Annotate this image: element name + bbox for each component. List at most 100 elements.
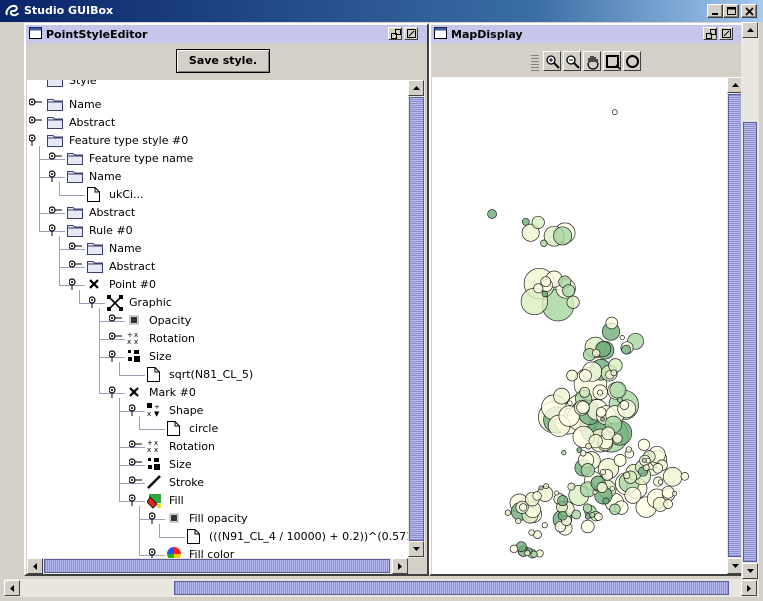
city-symbol[interactable] (540, 239, 548, 247)
node-expanded-handle-icon[interactable] (88, 296, 103, 308)
city-symbol[interactable] (661, 485, 675, 499)
city-symbol[interactable] (541, 522, 548, 529)
city-symbol[interactable] (609, 503, 621, 515)
city-symbol[interactable] (600, 469, 606, 476)
city-symbol[interactable] (487, 209, 497, 219)
node-collapsed-handle-icon[interactable] (48, 152, 63, 164)
city-symbol[interactable] (532, 491, 542, 501)
city-symbol[interactable] (566, 295, 580, 309)
city-symbol[interactable] (571, 509, 582, 520)
select-circle-button[interactable] (623, 51, 641, 71)
pan-button[interactable] (583, 51, 601, 71)
node-collapsed-handle-icon[interactable] (108, 332, 123, 344)
node-collapsed-handle-icon[interactable] (108, 314, 123, 326)
city-symbol[interactable] (541, 290, 549, 298)
city-symbol[interactable] (538, 485, 544, 491)
city-symbol[interactable] (642, 464, 650, 471)
city-symbol[interactable] (625, 446, 632, 453)
city-symbol[interactable] (554, 490, 560, 496)
maximize-frame-button[interactable] (719, 27, 733, 40)
city-symbol[interactable] (519, 503, 528, 512)
city-symbol[interactable] (528, 529, 535, 536)
scroll-thumb[interactable] (409, 97, 424, 541)
city-symbol[interactable] (602, 497, 610, 505)
city-symbol[interactable] (621, 344, 631, 355)
city-symbol[interactable] (580, 463, 595, 478)
city-symbol[interactable] (662, 467, 683, 487)
node-collapsed-handle-icon[interactable] (68, 242, 83, 254)
scroll-down-button[interactable] (408, 541, 424, 557)
city-symbol[interactable] (581, 519, 595, 534)
city-symbol[interactable] (578, 369, 592, 383)
city-symbol[interactable] (609, 381, 627, 399)
map-canvas[interactable] (432, 77, 727, 574)
select-rectangle-button[interactable] (603, 51, 621, 71)
city-symbol[interactable] (619, 335, 625, 341)
city-symbol[interactable] (582, 503, 593, 513)
city-symbol[interactable] (597, 389, 603, 396)
city-symbol[interactable] (610, 369, 618, 377)
node-expanded-handle-icon[interactable] (128, 494, 143, 506)
node-expanded-handle-icon[interactable] (108, 386, 123, 398)
city-symbol[interactable] (595, 406, 607, 418)
tree-vertical-scrollbar[interactable] (408, 80, 425, 558)
node-expanded-handle-icon[interactable] (128, 404, 143, 416)
node-expanded-handle-icon[interactable] (48, 170, 63, 182)
node-expanded-handle-icon[interactable] (148, 512, 163, 524)
zoom-out-button[interactable] (563, 51, 581, 71)
city-symbol[interactable] (557, 495, 569, 507)
scroll-thumb[interactable] (743, 122, 757, 562)
node-expanded-handle-icon[interactable] (108, 350, 123, 362)
map-display-titlebar[interactable]: MapDisplay (431, 25, 742, 43)
city-symbol[interactable] (637, 438, 650, 451)
city-symbol[interactable] (623, 471, 631, 479)
city-symbol[interactable] (609, 485, 615, 492)
city-symbol[interactable] (589, 511, 596, 518)
iconify-button[interactable] (388, 27, 402, 40)
city-symbol[interactable] (562, 284, 576, 298)
city-symbol[interactable] (567, 482, 576, 491)
city-symbol[interactable] (553, 226, 573, 246)
maximize-frame-button[interactable] (404, 27, 418, 40)
city-symbol[interactable] (596, 482, 608, 493)
desktop-vertical-scrollbar[interactable] (741, 22, 759, 582)
city-symbol[interactable] (553, 387, 570, 405)
city-symbol[interactable] (504, 509, 512, 516)
close-button[interactable] (741, 4, 757, 18)
city-symbol[interactable] (672, 491, 678, 497)
window-titlebar[interactable]: Studio GUIBox (0, 0, 763, 22)
city-symbol[interactable] (576, 447, 583, 453)
city-symbol[interactable] (680, 472, 690, 481)
node-collapsed-handle-icon[interactable] (68, 260, 83, 272)
city-symbol[interactable] (624, 486, 642, 504)
city-symbol[interactable] (612, 433, 623, 444)
city-symbol[interactable] (557, 510, 568, 521)
city-symbol[interactable] (561, 450, 567, 456)
city-symbol[interactable] (576, 400, 590, 414)
node-collapsed-handle-icon[interactable] (28, 116, 43, 128)
scroll-left-button[interactable] (4, 580, 20, 596)
toolbar-grip[interactable] (531, 53, 539, 71)
desktop-horizontal-scrollbar[interactable] (4, 579, 759, 597)
city-symbol[interactable] (592, 489, 598, 495)
city-symbol[interactable] (579, 386, 591, 398)
city-symbol[interactable] (657, 479, 664, 485)
node-expanded-handle-icon[interactable] (48, 224, 63, 236)
node-collapsed-handle-icon[interactable] (128, 458, 143, 470)
scroll-right-button[interactable] (741, 580, 757, 596)
city-symbol[interactable] (543, 483, 549, 490)
city-symbol[interactable] (524, 550, 531, 557)
scroll-left-button[interactable] (27, 558, 43, 574)
node-expanded-handle-icon[interactable] (148, 548, 163, 558)
city-symbol[interactable] (533, 283, 544, 294)
city-symbol[interactable] (540, 276, 552, 288)
city-symbol[interactable] (531, 215, 545, 229)
city-symbol[interactable] (585, 442, 592, 450)
city-symbol[interactable] (600, 416, 605, 422)
zoom-in-button[interactable] (543, 51, 561, 71)
node-expanded-handle-icon[interactable] (68, 278, 83, 290)
style-tree[interactable]: Style Name Abstract Feature type style #0 Fe… (27, 80, 408, 558)
scroll-thumb[interactable] (174, 581, 729, 595)
node-collapsed-handle-icon[interactable] (48, 206, 63, 218)
maximize-button[interactable] (723, 4, 739, 18)
